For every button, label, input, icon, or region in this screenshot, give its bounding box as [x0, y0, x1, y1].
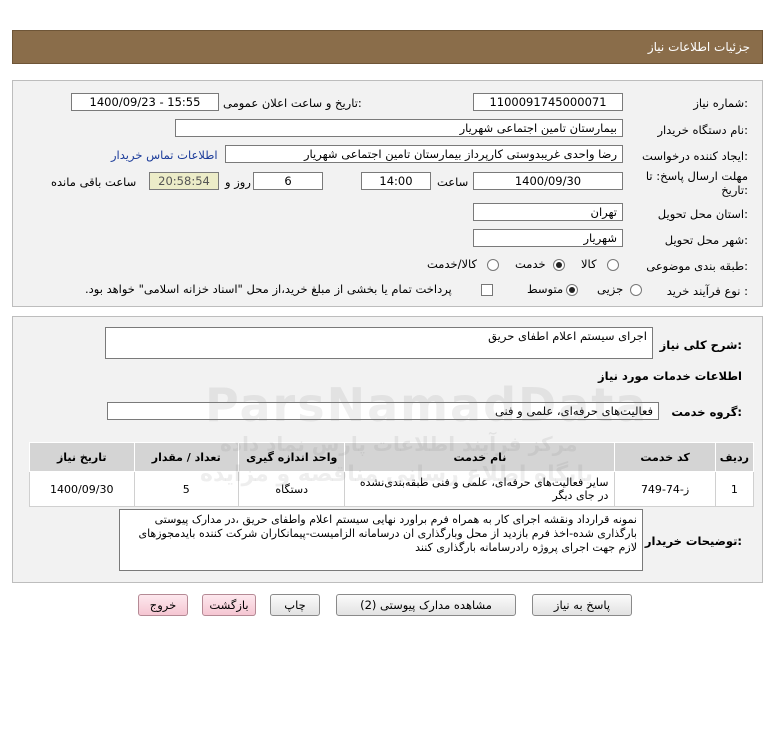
process-option-medium: متوسط [527, 282, 564, 296]
creator-field[interactable]: رضا واحدی غریبدوستی کارپرداز بیمارستان ت… [225, 145, 623, 163]
table-header-row: ردیف کد خدمت نام خدمت واحد اندازه گیری ت… [29, 442, 755, 472]
summary-field[interactable]: اجرای سیستم اعلام اطفای حریق [105, 327, 653, 359]
deadline-label-line2: تاریخ: [721, 183, 748, 197]
province-label: استان محل تحویل: [657, 207, 748, 221]
process-radio-minor[interactable] [630, 284, 642, 296]
service-group-label: گروه خدمت: [671, 405, 742, 419]
buyer-notes-field[interactable]: نمونه قرارداد ونقشه اجرای کار به همراه ف… [119, 509, 643, 571]
remaining-time-field: 20:58:54 [149, 172, 219, 190]
print-button[interactable]: چاپ [270, 594, 320, 616]
category-label: طبقه بندی موضوعی: [646, 259, 748, 273]
announce-label: تاریخ و ساعت اعلان عمومی: [223, 96, 362, 110]
cell-unit: دستگاه [237, 471, 346, 507]
need-number-label: شماره نیاز: [693, 96, 748, 110]
category-radio-goods[interactable] [607, 259, 619, 271]
cell-row-number: 1 [714, 471, 755, 507]
category-option-goods: کالا [581, 257, 597, 271]
view-attachments-button[interactable]: مشاهده مدارک پیوستی (2) [336, 594, 516, 616]
cell-quantity: 5 [133, 471, 239, 507]
deadline-label-line1: مهلت ارسال پاسخ: تا [645, 169, 748, 183]
cell-service-name: سایر فعالیت‌های حرفه‌ای، علمی و فنی طبقه… [344, 471, 616, 507]
buyer-notes-label: توضیحات خریدار: [644, 534, 742, 548]
need-details-panel: شرح کلی نیاز: اجرای سیستم اعلام اطفای حر… [12, 316, 763, 583]
summary-label: شرح کلی نیاز: [659, 338, 742, 352]
table-row[interactable]: 1 ز-74-749 سایر فعالیت‌های حرفه‌ای، علمی… [29, 471, 755, 507]
col-header-service-code: کد خدمت [614, 442, 716, 472]
page-title: جزئیات اطلاعات نیاز [647, 40, 750, 54]
days-label: روز و [225, 175, 251, 189]
service-group-field[interactable]: فعالیت‌های حرفه‌ای، علمی و فنی [107, 402, 659, 420]
province-field[interactable]: تهران [473, 203, 623, 221]
days-remaining-field[interactable]: 6 [253, 172, 323, 190]
category-radio-service[interactable] [553, 259, 565, 271]
announce-datetime-field[interactable]: 1400/09/23 - 15:55 [71, 93, 219, 111]
buyer-label: نام دستگاه خریدار: [657, 123, 748, 137]
deadline-time-field[interactable]: 14:00 [361, 172, 431, 190]
col-header-quantity: تعداد / مقدار [133, 442, 239, 472]
exit-button[interactable]: خروج [138, 594, 188, 616]
creator-label: ایجاد کننده درخواست: [642, 149, 748, 163]
cell-service-code: ز-74-749 [614, 471, 716, 507]
treasury-payment-checkbox[interactable] [481, 284, 493, 296]
need-number-field[interactable]: 1100091745000071 [473, 93, 623, 111]
treasury-payment-note: پرداخت تمام یا بخشی از مبلغ خرید،از محل … [85, 282, 452, 296]
general-info-panel: شماره نیاز: 1100091745000071 تاریخ و ساع… [12, 80, 763, 307]
process-type-label: نوع فرآیند خرید : [666, 284, 748, 298]
category-option-goods-service: کالا/خدمت [427, 257, 478, 271]
city-field[interactable]: شهریار [473, 229, 623, 247]
category-option-service: خدمت [515, 257, 546, 271]
col-header-need-date: تاریخ نیاز [29, 442, 135, 472]
col-header-service-name: نام خدمت [344, 442, 616, 472]
col-header-row-number: ردیف [714, 442, 755, 472]
city-label: شهر محل تحویل: [664, 233, 748, 247]
deadline-time-label: ساعت [437, 175, 469, 189]
services-section-heading: اطلاعات خدمات مورد نیاز [598, 369, 742, 383]
buyer-field[interactable]: بیمارستان تامین اجتماعی شهریار [175, 119, 623, 137]
col-header-unit: واحد اندازه گیری [237, 442, 346, 472]
back-button[interactable]: بازگشت [202, 594, 256, 616]
reply-to-need-button[interactable]: پاسخ به نیاز [532, 594, 632, 616]
cell-need-date: 1400/09/30 [29, 471, 135, 507]
contact-buyer-link[interactable]: اطلاعات تماس خریدار [111, 148, 218, 162]
deadline-date-field[interactable]: 1400/09/30 [473, 172, 623, 190]
category-radio-goods-service[interactable] [487, 259, 499, 271]
remaining-time-label: ساعت باقی مانده [51, 175, 137, 189]
process-option-minor: جزیی [597, 282, 624, 296]
page-header: جزئیات اطلاعات نیاز [12, 30, 763, 64]
process-radio-medium[interactable] [566, 284, 578, 296]
services-table: ردیف کد خدمت نام خدمت واحد اندازه گیری ت… [29, 442, 755, 507]
